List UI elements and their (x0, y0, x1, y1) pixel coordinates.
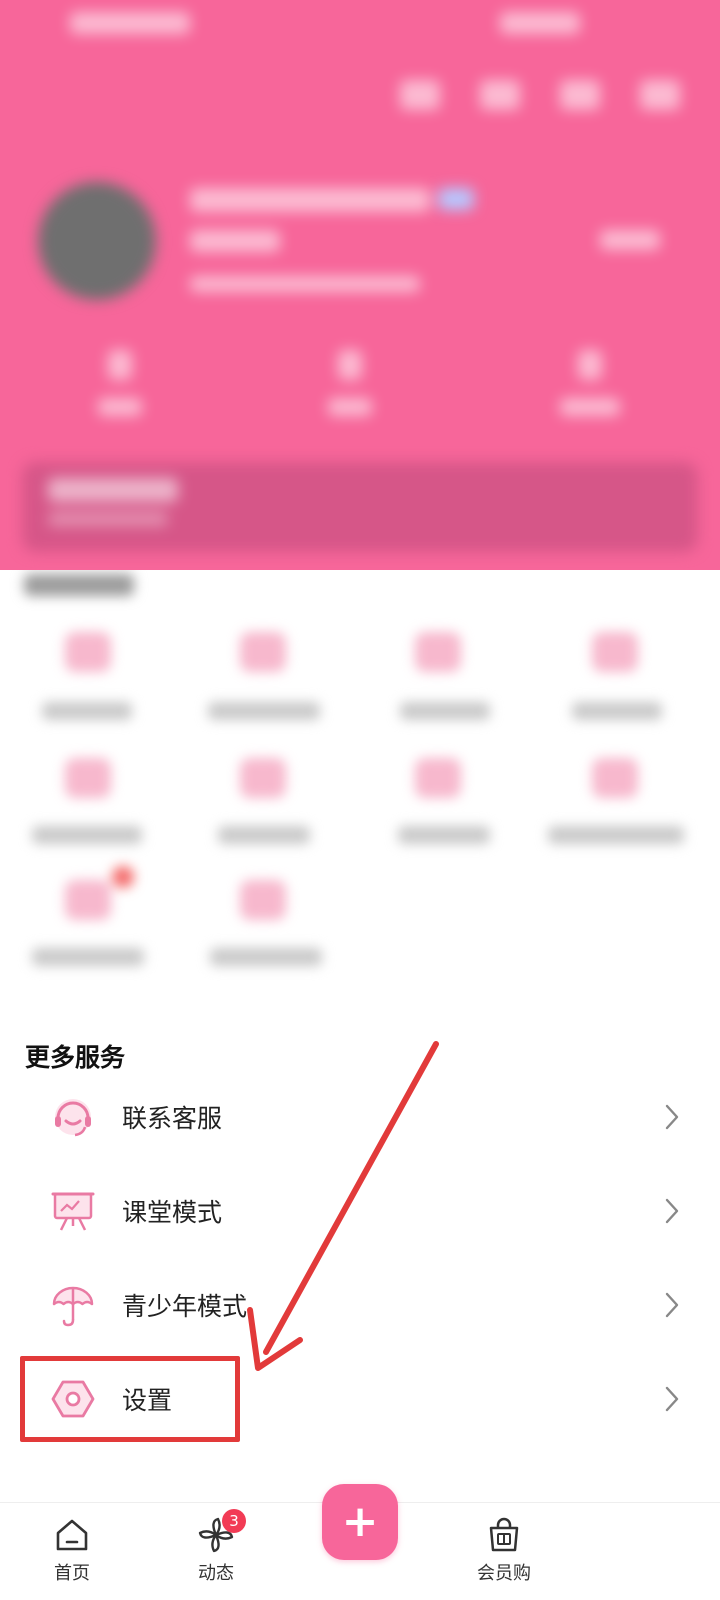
service-item-classroom-mode[interactable]: 课堂模式 (0, 1166, 720, 1256)
service-item-label: 联系客服 (122, 1104, 223, 1133)
dynamics-badge: 3 (222, 1509, 246, 1533)
more-services-title: 更多服务 (25, 1043, 126, 1072)
publish-button[interactable]: + (322, 1484, 398, 1560)
umbrella-icon (50, 1282, 96, 1328)
nav-dynamics-label: 动态 (198, 1563, 234, 1584)
profile-header-blurred (0, 0, 720, 570)
nav-home-label: 首页 (54, 1563, 90, 1584)
nav-home[interactable]: 首页 (22, 1515, 122, 1585)
presentation-board-icon (50, 1188, 96, 1234)
chevron-right-icon (665, 1104, 679, 1130)
service-item-label: 青少年模式 (122, 1292, 248, 1321)
annotation-highlight-box (20, 1356, 240, 1442)
shopping-bag-icon (489, 1517, 519, 1552)
service-item-label: 课堂模式 (122, 1198, 223, 1227)
function-grid-blurred (0, 570, 720, 1010)
home-icon (56, 1519, 88, 1551)
chevron-right-icon (665, 1292, 679, 1318)
nav-vip-shop[interactable]: 会员购 (454, 1515, 554, 1585)
plus-icon: + (341, 1496, 379, 1547)
nav-dynamics[interactable]: 3 动态 (166, 1509, 266, 1585)
chevron-right-icon (665, 1198, 679, 1224)
headset-icon (50, 1094, 96, 1140)
chevron-right-icon (665, 1386, 679, 1412)
nav-vip-shop-label: 会员购 (477, 1563, 531, 1584)
service-item-contact-support[interactable]: 联系客服 (0, 1072, 720, 1162)
service-item-teen-mode[interactable]: 青少年模式 (0, 1260, 720, 1350)
